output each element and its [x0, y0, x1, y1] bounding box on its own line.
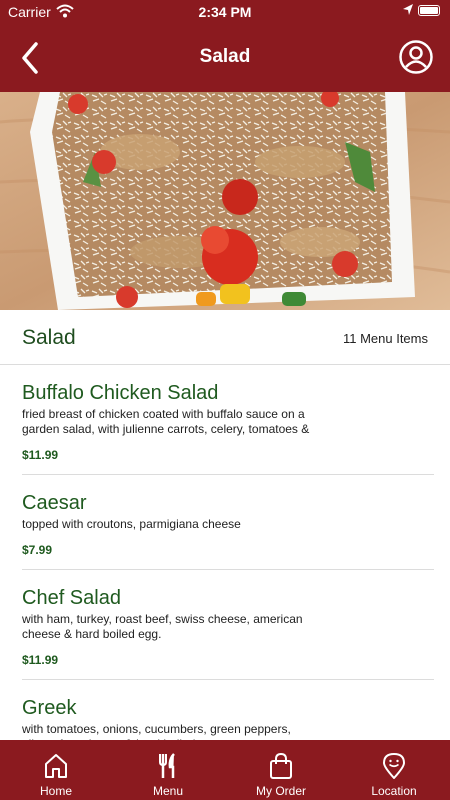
clock: 2:34 PM: [198, 4, 252, 20]
section-title: Salad: [22, 326, 76, 349]
tab-home[interactable]: Home: [0, 740, 112, 800]
menu-item-description: with ham, turkey, roast beef, swiss chee…: [22, 612, 303, 641]
fork-knife-icon: [159, 753, 175, 778]
hero-image: [0, 92, 450, 310]
menu-item-price: $7.99: [22, 543, 53, 557]
battery-icon: [418, 5, 440, 16]
tab-my-order[interactable]: My Order: [225, 740, 337, 800]
menu-item-count: 11 Menu Items: [342, 331, 428, 346]
menu-item-price: $11.99: [22, 448, 59, 462]
shopping-bag-icon: [270, 753, 292, 779]
tab-location[interactable]: Location: [338, 740, 450, 800]
home-icon: [45, 754, 67, 778]
tab-bar: Home Menu My Order Location: [0, 740, 450, 800]
menu-item[interactable]: Buffalo Chicken Salad fried breast of ch…: [22, 381, 434, 475]
menu-item-name: Greek: [22, 697, 77, 719]
tab-my-order-label: My Order: [255, 784, 306, 798]
tab-location-label: Location: [371, 784, 417, 798]
menu-item-name: Chef Salad: [22, 587, 121, 609]
menu-item-name: Buffalo Chicken Salad: [22, 382, 219, 404]
tab-menu-label: Menu: [152, 784, 184, 798]
section-header: Salad 11 Menu Items: [0, 310, 450, 365]
menu-item-description: fried breast of chicken coated with buff…: [22, 407, 310, 436]
location-pin-icon: [382, 753, 406, 779]
profile-button[interactable]: [398, 39, 434, 75]
menu-item-price: $11.99: [22, 653, 59, 667]
location-arrow-icon: [402, 3, 414, 20]
menu-item-name: Caesar: [22, 492, 87, 514]
menu-item[interactable]: Caesar topped with croutons, parmigiana …: [22, 491, 434, 570]
tab-home-label: Home: [39, 784, 72, 798]
page-title: Salad: [199, 46, 251, 67]
status-bar: Carrier 2:34 PM: [0, 0, 450, 24]
tab-menu[interactable]: Menu: [112, 740, 224, 800]
user-icon: [399, 40, 433, 74]
menu-item[interactable]: Chef Salad with ham, turkey, roast beef,…: [22, 586, 434, 680]
menu-item-description: topped with croutons, parmigiana cheese: [22, 517, 241, 531]
nav-bar: Salad: [0, 24, 450, 92]
